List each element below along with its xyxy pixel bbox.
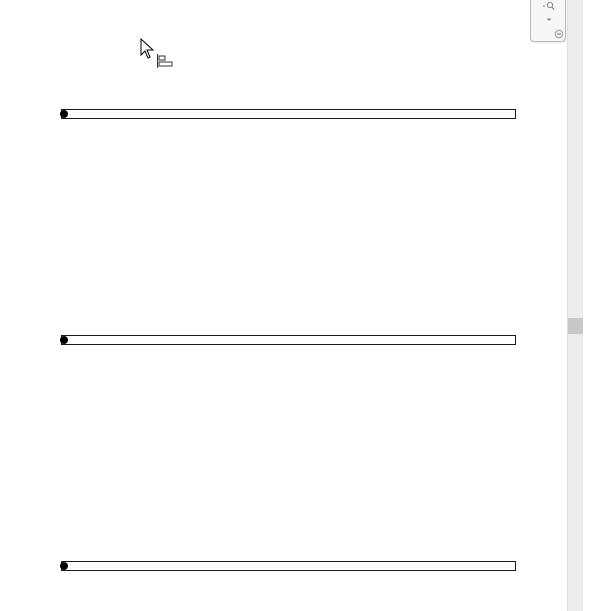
start-event-dot[interactable] [60, 336, 68, 344]
search-zoom-icon [543, 1, 555, 10]
search-zoom-button[interactable] [539, 1, 559, 11]
collapse-circle-icon [554, 29, 564, 39]
chevron-down-icon [546, 18, 552, 21]
vertical-scrollbar[interactable] [567, 0, 583, 611]
pool-lane-bar[interactable] [60, 335, 516, 345]
pointer-arrow-icon [140, 38, 155, 59]
pool-lane-bar[interactable] [60, 109, 516, 119]
pool-lane-bar[interactable] [60, 561, 516, 571]
start-event-dot[interactable] [60, 110, 68, 118]
align-left-icon [157, 54, 173, 68]
diagram-canvas[interactable] [0, 0, 599, 611]
collapse-button[interactable] [553, 29, 565, 39]
dropdown-button[interactable] [541, 15, 557, 25]
start-event-dot[interactable] [60, 562, 68, 570]
zoom-toolbar [530, 0, 566, 42]
scrollbar-thumb[interactable] [568, 318, 583, 334]
